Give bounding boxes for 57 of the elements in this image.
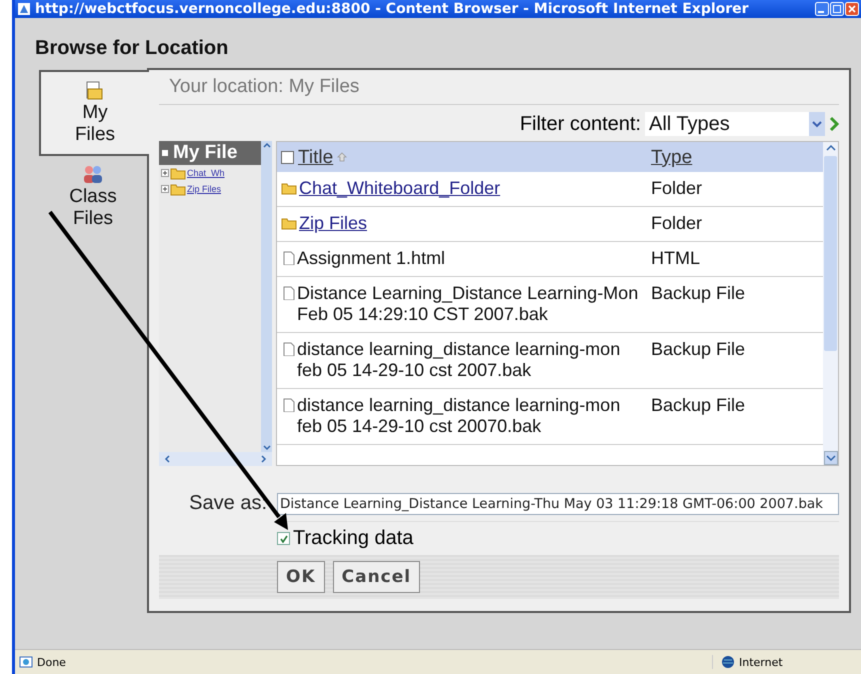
expand-icon [161, 185, 169, 193]
table-cell-text: Folder [650, 212, 704, 235]
check-icon [279, 534, 288, 543]
location-text: Your location: My Files [159, 70, 839, 105]
zone-text: Internet [739, 656, 783, 668]
folder-link[interactable]: Chat_Whiteboard_Folder [299, 178, 500, 199]
dialog-button[interactable]: OK [277, 561, 325, 593]
checkbox-label: Tracking data [293, 527, 414, 550]
document-icon [281, 342, 295, 356]
tab[interactable]: My Files [39, 70, 149, 156]
window-title: http://webctfocus.vernoncollege.edu:8800 - Content Browser - Microsoft Internet Explorer [35, 1, 750, 17]
people-icon [82, 164, 104, 184]
close-icon [845, 2, 859, 16]
tree-link[interactable]: Zip Files [187, 184, 222, 194]
maximize-icon [830, 2, 844, 16]
save-as-field[interactable]: Distance Learning_Distance Learning-Thu May 03 11:29:18 GMT-06:00 2007.bak [277, 492, 839, 514]
file-name: distance learning_distance learning-mon feb 05 14-29-10 cst 2007.bak [297, 339, 622, 381]
document-icon [281, 398, 295, 412]
folder-icon [281, 216, 297, 230]
scroll-thumb[interactable] [824, 156, 837, 351]
scrollbar[interactable] [823, 142, 838, 465]
page-icon [17, 2, 31, 16]
folder-icon [170, 182, 186, 196]
folder-icon [281, 181, 297, 195]
expand-icon [161, 169, 169, 177]
table-cell-text: HTML [650, 247, 701, 270]
dialog-heading: Browse for Location [35, 37, 230, 60]
table-cell-text: Backup File [650, 282, 746, 305]
file-name: Distance Learning_Distance Learning-Mon Feb 05 14:29:10 CST 2007.bak [297, 283, 640, 325]
tab[interactable]: Class Files [39, 156, 147, 238]
tree-root-label[interactable]: My File [173, 142, 238, 164]
checkbox[interactable] [281, 150, 294, 164]
scrollbar[interactable] [159, 452, 272, 466]
caret-icon [809, 112, 825, 136]
table-cell-text: Backup File [650, 394, 746, 417]
filter-label: Filter content: [520, 112, 641, 136]
tree-link[interactable]: Chat_Wh [187, 168, 225, 178]
status-text: Done [37, 656, 66, 668]
filter-dropdown[interactable]: All Types [645, 112, 825, 136]
dialog-button[interactable]: Cancel [332, 561, 420, 593]
document-icon [281, 251, 295, 265]
bullet-icon [162, 150, 168, 156]
page-icon [19, 655, 33, 669]
file-name: distance learning_distance learning-mon feb 05 14-29-10 cst 20070.bak [297, 395, 622, 437]
folder-link[interactable]: Zip Files [299, 213, 368, 234]
scrollbar[interactable] [261, 141, 272, 452]
globe-icon [721, 655, 735, 669]
file-name: Assignment 1.html [297, 248, 446, 269]
save-as-label: Save as: [188, 492, 268, 515]
column-header[interactable]: Title [298, 146, 334, 168]
column-header[interactable]: Type [651, 146, 692, 168]
checkbox[interactable] [277, 532, 290, 545]
minimize-icon [815, 2, 829, 16]
table-cell-text: Backup File [650, 338, 746, 361]
table-cell-text: Folder [650, 177, 704, 200]
sort-arrow-icon [337, 151, 348, 163]
document-icon [281, 286, 295, 300]
